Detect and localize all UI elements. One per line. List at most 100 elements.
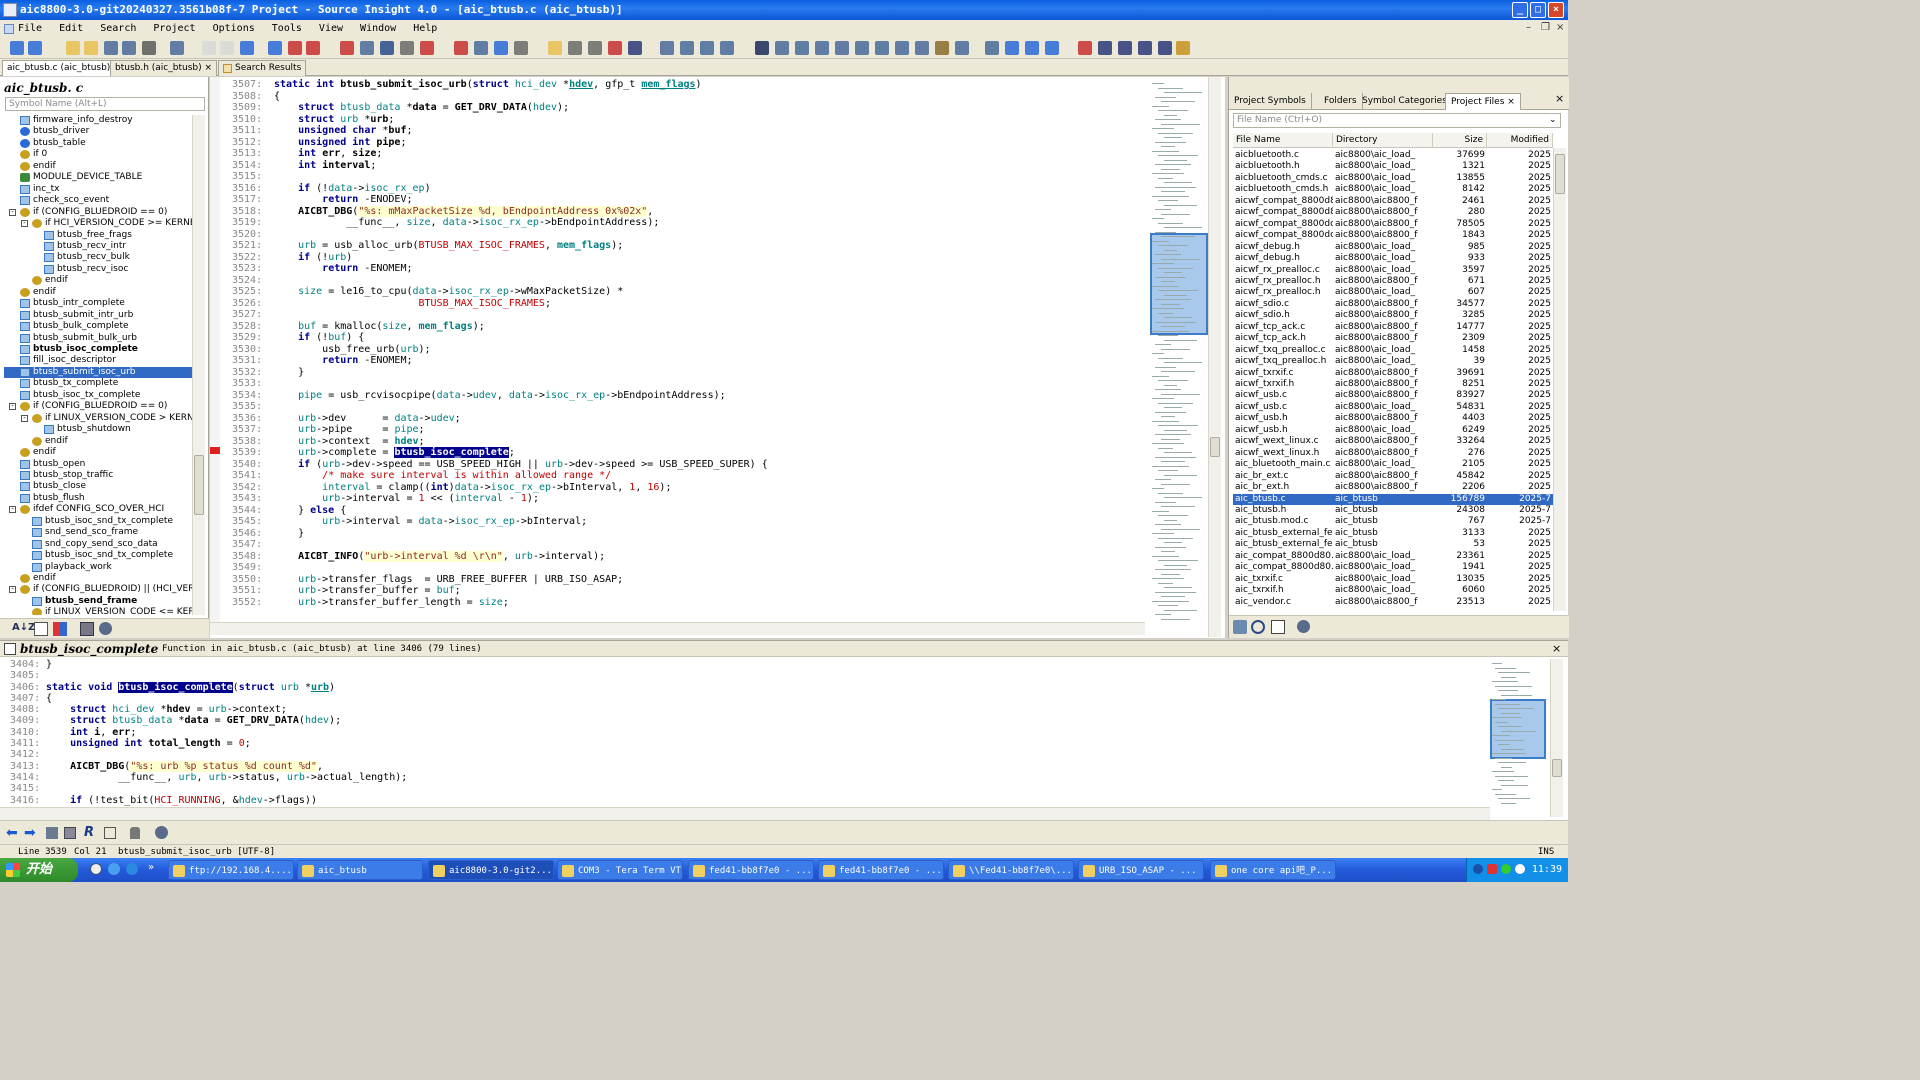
file-row[interactable]: aicwf_sdio.c aic8800\aic8800_f 34577 2025 (1233, 299, 1553, 311)
toolbar-button-icon[interactable] (935, 41, 949, 55)
symbol-tree-item[interactable]: btusb_tx_complete (4, 378, 192, 389)
file-row[interactable]: aic_br_ext.h aic8800\aic8800_f 2206 2025 (1233, 482, 1553, 494)
toolbar-button-icon[interactable] (84, 41, 98, 55)
file-row[interactable]: aicwf_rx_prealloc.h aic8800\aic8800_f 671 2… (1233, 276, 1553, 288)
scrollbar-thumb[interactable] (1555, 154, 1565, 194)
file-row[interactable]: aicwf_wext_linux.c aic8800\aic8800_f 33264… (1233, 436, 1553, 448)
toolbar-button-icon[interactable] (340, 41, 354, 55)
toolbar-button-icon[interactable] (775, 41, 789, 55)
scrollbar-thumb[interactable] (194, 455, 204, 515)
file-row[interactable]: aicwf_debug.h aic8800\aic_load_ 985 2025 (1233, 242, 1553, 254)
symbol-tree-item[interactable]: firmware_info_destroy (4, 115, 192, 126)
context-horizontal-scrollbar[interactable] (0, 807, 1490, 820)
menu-file[interactable]: File (18, 23, 42, 34)
symbol-tree-item[interactable]: - if LINUX_VERSION_CODE > KERNE (4, 413, 192, 424)
symbol-tree-item[interactable]: if LINUX_VERSION_CODE <= KERN (4, 607, 192, 615)
mdi-restore-icon[interactable]: ❐ (1541, 22, 1550, 34)
menu-view[interactable]: View (319, 23, 343, 34)
toolbar-button-icon[interactable] (380, 41, 394, 55)
toolbar-button-icon[interactable] (170, 41, 184, 55)
editor-horizontal-scrollbar[interactable] (210, 622, 1145, 635)
close-button[interactable]: × (1548, 2, 1564, 18)
file-row[interactable]: aicwf_txrxif.h aic8800\aic8800_f 8251 2025 (1233, 379, 1553, 391)
symbol-tree-item[interactable]: btusb_stop_traffic (4, 470, 192, 481)
toolbar-button-icon[interactable] (955, 41, 969, 55)
toolbar-button-icon[interactable] (474, 41, 488, 55)
code-editor[interactable]: 3507: static int btusb_submit_isoc_urb(st… (210, 77, 1225, 638)
toolbar-button-icon[interactable] (494, 41, 508, 55)
column-header-file-name[interactable]: File Name (1233, 133, 1333, 148)
file-row[interactable]: aicwf_txq_prealloc.c aic8800\aic_load_ 145… (1233, 345, 1553, 357)
file-row[interactable]: aicwf_debug.h aic8800\aic_load_ 933 2025 (1233, 253, 1553, 265)
file-row[interactable]: aicwf_sdio.h aic8800\aic8800_f 3285 2025 (1233, 310, 1553, 322)
menu-help[interactable]: Help (413, 23, 437, 34)
symbol-tree-item[interactable]: - if HCI_VERSION_CODE >= KERNEL_ (4, 218, 192, 229)
gear-icon[interactable] (155, 826, 168, 839)
tree-toggle-icon[interactable]: - (9, 506, 16, 514)
symbol-tree-item[interactable]: snd_copy_send_sco_data (4, 539, 192, 550)
sort-az-icon[interactable]: A↓Z (12, 622, 35, 633)
file-row[interactable]: aicwf_tcp_ack.h aic8800\aic8800_f 2309 2025 (1233, 333, 1553, 345)
file-name-search-input[interactable]: File Name (Ctrl+O) (1233, 113, 1561, 128)
tree-toggle-icon[interactable]: - (9, 403, 16, 411)
symbol-tree-item[interactable]: btusb_free_frags (4, 230, 192, 241)
symbol-search-input[interactable]: Symbol Name (Alt+L) (5, 97, 205, 111)
file-row[interactable]: aic_txrxif.c aic8800\aic_load_ 13035 2025 (1233, 574, 1553, 586)
symbol-tree-item[interactable]: btusb_isoc_snd_tx_complete (4, 516, 192, 527)
toolbar-button-icon[interactable] (142, 41, 156, 55)
tab-folders[interactable]: Folders (1319, 93, 1363, 110)
toolbar-button-icon[interactable] (1025, 41, 1039, 55)
toolbar-button-icon[interactable] (985, 41, 999, 55)
file-row[interactable]: aicwf_txrxif.c aic8800\aic8800_f 39691 2025 (1233, 368, 1553, 380)
file-row[interactable]: aic_txrxif.h aic8800\aic_load_ 6060 2025 (1233, 585, 1553, 597)
symbol-tree-item[interactable]: btusb_intr_complete (4, 298, 192, 309)
file-row[interactable]: aic_compat_8800d80.c aic8800\aic_load_ 233… (1233, 551, 1553, 563)
file-row[interactable]: aicwf_compat_8800d80.aic8800\aic8800_f 28… (1233, 207, 1553, 219)
symbol-tree-item[interactable]: btusb_submit_isoc_urb (4, 366, 192, 378)
tab-project-files[interactable]: Project Files × (1445, 93, 1521, 110)
symbol-tree-item[interactable]: btusb_shutdown (4, 424, 192, 435)
list-view-icon[interactable] (34, 622, 48, 636)
tab-btusb-h[interactable]: btusb.h (aic_btusb) × (110, 60, 218, 76)
tree-toggle-icon[interactable]: - (9, 586, 16, 594)
file-row[interactable]: aicwf_rx_prealloc.h aic8800\aic_load_ 607 2… (1233, 287, 1553, 299)
toolbar-button-icon[interactable] (1158, 41, 1172, 55)
file-row[interactable]: aicwf_tcp_ack.c aic8800\aic8800_f 14777 202… (1233, 322, 1553, 334)
files-scrollbar[interactable] (1553, 148, 1566, 611)
toolbar-button-icon[interactable] (66, 41, 80, 55)
toolbar-button-icon[interactable] (588, 41, 602, 55)
menu-edit[interactable]: Edit (59, 23, 83, 34)
context-close-icon[interactable]: × (1552, 642, 1561, 655)
file-row[interactable]: aicwf_txq_prealloc.h aic8800\aic_load_ 39 2… (1233, 356, 1553, 368)
toolbar-button-icon[interactable] (288, 41, 302, 55)
toolbar-button-icon[interactable] (720, 41, 734, 55)
file-row[interactable]: aic_btusb_external_featuaic_btusb 3133 202… (1233, 528, 1553, 540)
toolbar-button-icon[interactable] (400, 41, 414, 55)
symbol-tree-item[interactable]: btusb_isoc_snd_tx_complete (4, 550, 192, 561)
toolbar-button-icon[interactable] (548, 41, 562, 55)
quicklaunch-icon[interactable] (90, 863, 102, 875)
symbol-tree-item[interactable]: btusb_submit_bulk_urb (4, 333, 192, 344)
toolbar-button-icon[interactable] (240, 41, 254, 55)
file-row[interactable]: aic_btusb.mod.c aic_btusb 767 2025-7 (1233, 516, 1553, 528)
file-row[interactable]: aic_btusb.c aic_btusb 156789 2025-7 (1233, 493, 1553, 505)
file-row[interactable]: aicwf_usb.c aic8800\aic_load_ 54831 2025 (1233, 402, 1553, 414)
taskbar-task[interactable]: fed41-bb8f7e0 - ... (688, 860, 814, 880)
toolbar-button-icon[interactable] (1118, 41, 1132, 55)
scrollbar-thumb[interactable] (1210, 437, 1220, 457)
tree-toggle-icon[interactable]: - (9, 208, 16, 216)
lock-window-icon[interactable] (46, 827, 58, 839)
panel-grip[interactable] (1229, 77, 1569, 90)
taskbar-task[interactable]: \\Fed41-bb8f7e0\... (948, 860, 1074, 880)
tab-close-icon[interactable]: × (204, 63, 212, 73)
symbol-tree-item[interactable]: btusb_submit_intr_urb (4, 310, 192, 321)
symbol-tree-item[interactable]: - if (CONFIG_BLUEDROID == 0) (4, 401, 192, 412)
symbol-tree-item[interactable]: endif (4, 161, 192, 172)
file-row[interactable]: aicbluetooth_cmds.h aic8800\aic_load_ 8142… (1233, 184, 1553, 196)
taskbar-task[interactable]: URB_ISO_ASAP - ... (1078, 860, 1204, 880)
tab-search-results[interactable]: Search Results (218, 60, 307, 76)
toolbar-button-icon[interactable] (855, 41, 869, 55)
toolbar-button-icon[interactable] (835, 41, 849, 55)
tray-app-icon[interactable] (1487, 864, 1497, 874)
symbol-tree-item[interactable]: if 0 (4, 149, 192, 160)
